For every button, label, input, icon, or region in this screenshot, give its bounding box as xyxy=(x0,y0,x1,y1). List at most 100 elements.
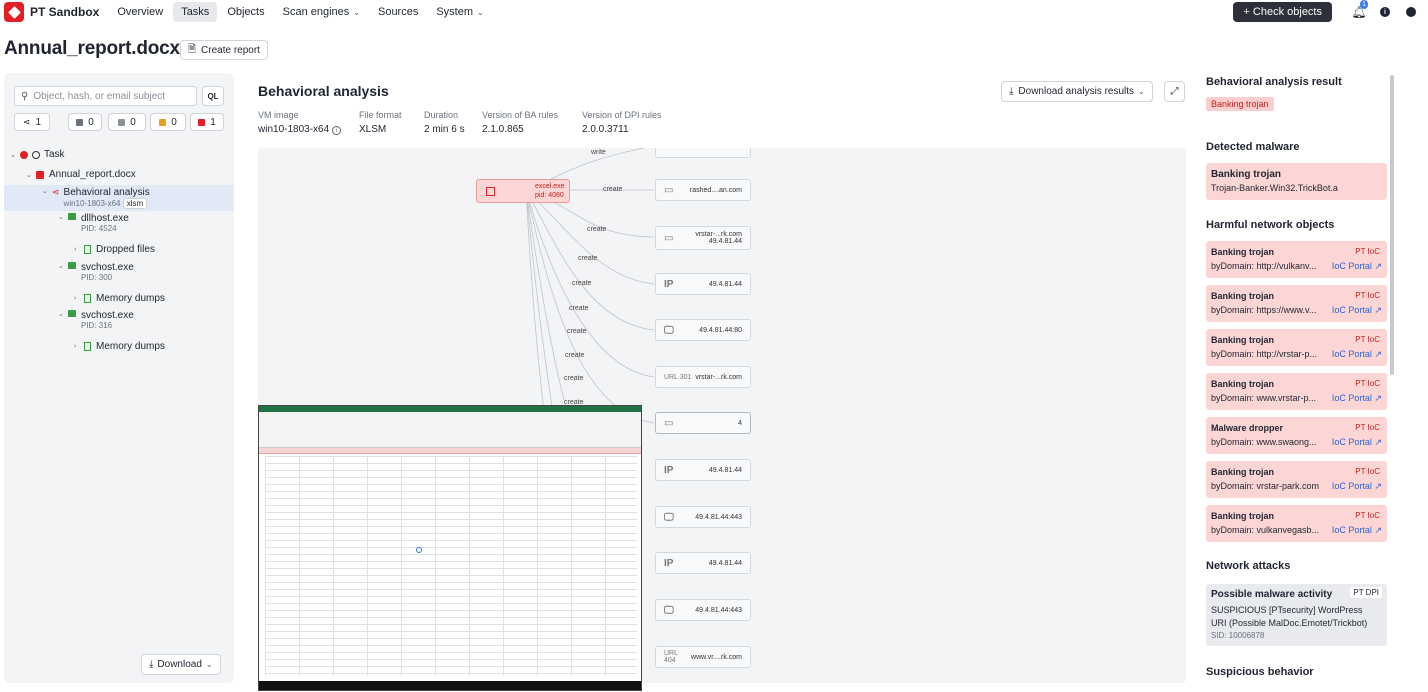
tree-item-file[interactable]: ⌄ Annual_report.docx xyxy=(4,169,234,180)
memory-dump-icon xyxy=(84,294,91,303)
logo[interactable]: PT Sandbox xyxy=(4,2,109,22)
meta-label-dpi-rules: Version of DPI rules xyxy=(582,110,662,120)
document-icon: 🗎 xyxy=(188,43,197,55)
filter-chip-orange[interactable]: 0 xyxy=(150,113,186,131)
tree-item-behavioral-analysis[interactable]: ⌄ ⋖ Behavioral analysis win10-1803-x64 x… xyxy=(4,185,234,211)
graph-node[interactable]: IP 49.4.81.44 xyxy=(655,273,751,295)
download-analysis-results-button[interactable]: ⤓ Download analysis results ⌄ xyxy=(1001,81,1153,102)
right-panel-scrollbar[interactable] xyxy=(1390,75,1394,375)
memory-dump-icon xyxy=(84,342,91,351)
pt-ioc-tag: PT IoC xyxy=(1355,379,1380,388)
graph-node[interactable]: URL 404 www.vr....rk.com xyxy=(655,646,751,668)
section-title: Behavioral analysis xyxy=(258,83,389,99)
harmful-object-card[interactable]: Banking trojan PT IoC byDomain: vulkanveg… xyxy=(1206,505,1387,542)
check-objects-button[interactable]: + Check objects xyxy=(1233,2,1332,22)
tree-item-task[interactable]: ⌄ Task xyxy=(4,149,234,160)
filter-chip-unknown[interactable]: 0 xyxy=(108,113,146,131)
count-unknown: 0 xyxy=(130,116,136,128)
node-label: 49.4.81.44:443 xyxy=(695,606,742,614)
harmful-object-card[interactable]: Banking trojan PT IoC byDomain: http://vr… xyxy=(1206,329,1387,366)
monitor-node-icon: 🖵 xyxy=(664,324,674,336)
nav-system[interactable]: System ⌄ xyxy=(428,2,491,22)
ioc-portal-link[interactable]: IoC Portal ↗ xyxy=(1328,437,1382,448)
ioc-portal-link[interactable]: IoC Portal ↗ xyxy=(1328,261,1382,272)
ioc-portal-link[interactable]: IoC Portal ↗ xyxy=(1328,349,1382,360)
filter-chip-red[interactable]: 1 xyxy=(190,113,224,131)
node-label: rashed....an.com xyxy=(689,186,742,194)
suspicious-behavior-title: Suspicious behavior xyxy=(1206,666,1314,678)
tree-item-subtitle: win10-1803-x64 xlsm xyxy=(64,198,150,209)
download-button[interactable]: ⤓ Download ⌄ xyxy=(141,654,221,675)
notifications-button[interactable]: 🔔︎ 1 xyxy=(1346,0,1372,22)
process-icon xyxy=(486,187,495,196)
nav-overview[interactable]: Overview xyxy=(109,2,171,22)
count-suspicious: 0 xyxy=(171,116,177,128)
excel-warning-bar xyxy=(259,448,641,454)
create-report-button[interactable]: 🗎 Create report xyxy=(180,40,268,60)
node-label: 49.4.81.44:443 xyxy=(695,513,742,521)
info-button[interactable]: i xyxy=(1372,2,1398,22)
edge-label: create xyxy=(569,305,589,312)
graph-node[interactable]: ▭ vrstar-...rk.com 49.4.81.44 xyxy=(655,226,751,250)
ql-button[interactable]: QL xyxy=(202,86,224,106)
windows-taskbar xyxy=(259,681,641,690)
harmful-object-card[interactable]: Banking trojan PT IoC byDomain: https://w… xyxy=(1206,285,1387,322)
count-dangerous: 1 xyxy=(210,116,216,128)
filter-chip-tree[interactable]: ⋖ 1 xyxy=(14,113,50,131)
tree-item-process[interactable]: ⌄ svchost.exe PID: 316 xyxy=(4,310,234,334)
graph-node[interactable]: ▭ rashed....an.com xyxy=(655,179,751,201)
filter-chip-gray[interactable]: 0 xyxy=(68,113,102,131)
nav-tasks[interactable]: Tasks xyxy=(173,2,218,22)
graph-node[interactable]: ▭ 4 xyxy=(655,412,751,434)
threat-name: Malware dropper xyxy=(1211,423,1284,433)
graph-node[interactable]: IP 49.4.81.44 xyxy=(655,552,751,574)
harmful-object-card[interactable]: Banking trojan PT IoC byDomain: http://vu… xyxy=(1206,241,1387,278)
search-input[interactable]: ⚲ Object, hash, or email subject xyxy=(14,86,197,106)
node-label: 49.4.81.44 xyxy=(708,559,742,567)
graph-node[interactable]: 🖵 49.4.81.44:443 xyxy=(655,506,751,528)
tree-item-label: Behavioral analysis xyxy=(63,187,150,198)
red-dot-icon xyxy=(20,150,28,159)
harmful-object-card[interactable]: Malware dropper PT IoC byDomain: www.swao… xyxy=(1206,417,1387,454)
nav-objects[interactable]: Objects xyxy=(219,2,272,22)
info-icon[interactable]: i xyxy=(331,126,341,135)
ip-node-icon: IP xyxy=(664,464,674,476)
ioc-portal-label: IoC Portal xyxy=(1331,305,1372,315)
nav-scan-engines[interactable]: Scan engines ⌄ xyxy=(275,2,368,22)
graph-node[interactable]: IP 49.4.81.44 xyxy=(655,459,751,481)
ioc-portal-link[interactable]: IoC Portal ↗ xyxy=(1328,393,1382,404)
graph-node[interactable]: 🖵 49.4.81.44:443 xyxy=(655,599,751,621)
file-node-icon: ▭ xyxy=(664,184,674,196)
ioc-portal-link[interactable]: IoC Portal ↗ xyxy=(1328,305,1382,316)
vm-screenshot[interactable] xyxy=(258,405,642,691)
user-menu-button[interactable] xyxy=(1398,2,1424,22)
process-name: dllhost.exe xyxy=(81,213,129,224)
tree-item-process[interactable]: ⌄ dllhost.exe PID: 4524 xyxy=(4,213,234,237)
tree-item-memory-dumps[interactable]: › Memory dumps xyxy=(4,293,234,304)
tree-item-dropped-files[interactable]: › Dropped files xyxy=(4,244,234,255)
chevron-down-icon: ⌄ xyxy=(353,8,360,17)
download-icon: ⤓ xyxy=(149,659,154,670)
graph-node-root[interactable]: excel.exe pid: 4080 xyxy=(476,179,570,203)
graph-node[interactable] xyxy=(655,148,751,158)
file-node-icon: ▭ xyxy=(664,232,674,244)
chevron-down-icon: ⌄ xyxy=(477,8,484,17)
expand-button[interactable]: ⤢ xyxy=(1164,81,1185,102)
ioc-portal-link[interactable]: IoC Portal ↗ xyxy=(1328,481,1382,492)
edge-label: create xyxy=(603,186,623,193)
network-attack-card[interactable]: Possible malware activity PT DPI SUSPICI… xyxy=(1206,584,1387,646)
harmful-object-card[interactable]: Banking trojan PT IoC byDomain: vrstar-pa… xyxy=(1206,461,1387,498)
expand-icon: ⤢ xyxy=(1170,86,1179,97)
graph-node[interactable]: 🖵 49.4.81.44:80 xyxy=(655,319,751,341)
nav-sources[interactable]: Sources xyxy=(370,2,426,22)
page-title: Annual_report.docx xyxy=(4,38,180,59)
ioc-portal-link[interactable]: IoC Portal ↗ xyxy=(1328,525,1382,536)
detected-malware-card[interactable]: Banking trojan Trojan-Banker.Win32.Trick… xyxy=(1206,163,1387,200)
harmful-object-card[interactable]: Banking trojan PT IoC byDomain: www.vrsta… xyxy=(1206,373,1387,410)
ioc-portal-label: IoC Portal xyxy=(1331,349,1372,359)
vm-image-value: win10-1803-x64 xyxy=(258,124,330,135)
graph-node[interactable]: URL 301 vrstar-...rk.com xyxy=(655,366,751,388)
tree-item-process[interactable]: ⌄ svchost.exe PID: 300 xyxy=(4,262,234,286)
tree-item-memory-dumps[interactable]: › Memory dumps xyxy=(4,341,234,352)
files-icon xyxy=(84,245,91,254)
